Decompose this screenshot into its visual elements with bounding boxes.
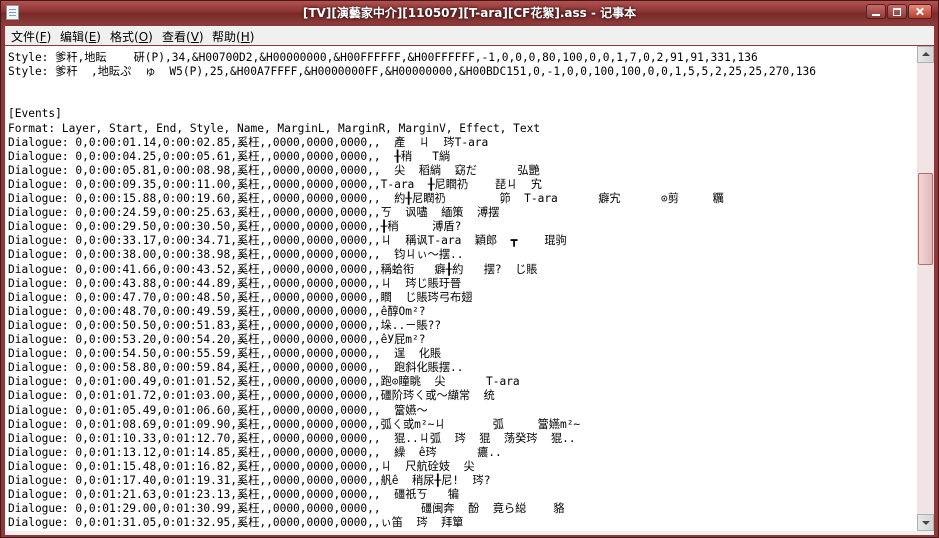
window-bottom-border <box>5 531 934 535</box>
text-line: Dialogue: 0,0:01:29.00,0:01:30.99,奚枉,,00… <box>8 502 565 516</box>
text-line: [Events] <box>8 107 62 121</box>
text-line: Dialogue: 0,0:01:01.72,0:01:03.00,奚枉,,00… <box>8 389 495 403</box>
text-line: Dialogue: 0,0:01:05.49,0:01:06.60,奚枉,,00… <box>8 403 428 417</box>
text-line: Dialogue: 0,0:01:15.48,0:01:16.82,奚枉,,00… <box>8 459 475 473</box>
minimize-button[interactable] <box>866 4 886 19</box>
text-line: Dialogue: 0,0:00:01.14,0:00:02.85,奚枉,,00… <box>8 135 489 149</box>
menu-edit[interactable]: 编辑(E) <box>60 28 101 45</box>
menu-format[interactable]: 格式(O) <box>110 28 153 45</box>
text-line: Dialogue: 0,0:00:47.70,0:00:48.50,奚枉,,00… <box>8 290 473 304</box>
text-line: Dialogue: 0,0:00:58.80,0:00:59.84,奚枉,,00… <box>8 361 464 375</box>
text-editor-area[interactable]: Style: 爹秆,地眃 硏(P),34,&H00700D2,&H0000000… <box>5 46 917 531</box>
text-line: Dialogue: 0,0:01:00.49,0:01:01.52,奚枉,,00… <box>8 375 520 389</box>
text-line: Style: 爹秆 ,地眃ぷ ゅ W5(P),25,&H00A7FFFF,&H0… <box>8 65 817 79</box>
text-line: Dialogue: 0,0:01:13.12,0:01:14.85,奚枉,,00… <box>8 445 502 459</box>
text-line: Dialogue: 0,0:00:53.20,0:00:54.20,奚枉,,00… <box>8 333 426 346</box>
text-line: Dialogue: 0,0:00:43.88,0:00:44.89,奚枉,,00… <box>8 276 462 290</box>
menu-help[interactable]: 帮助(H) <box>212 28 254 45</box>
scroll-up-arrow-icon[interactable] <box>917 46 934 63</box>
menu-bar: 文件(F) 编辑(E) 格式(O) 查看(V) 帮助(H) <box>5 26 934 45</box>
text-line: Dialogue: 0,0:00:04.25,0:00:05.61,奚枉,,00… <box>8 149 451 163</box>
text-line: Dialogue: 0,0:00:41.66,0:00:43.52,奚枉,,00… <box>8 262 538 276</box>
text-line: Dialogue: 0,0:00:05.81,0:00:08.98,奚枉,,00… <box>8 163 540 177</box>
text-line: Dialogue: 0,0:00:48.70,0:00:49.59,奚枉,,00… <box>8 304 426 318</box>
vertical-scrollbar[interactable] <box>917 46 934 531</box>
text-line: Dialogue: 0,0:01:31.05,0:01:32.95,奚枉,,00… <box>8 516 464 530</box>
text-line: Dialogue: 0,0:01:10.33,0:01:12.70,奚枉,,00… <box>8 431 576 445</box>
window-title: [TV][演藝家中介][110507][T-ara][CF花絮].ass - 记… <box>302 6 637 20</box>
text-line: Format: Layer, Start, End, Style, Name, … <box>8 121 541 135</box>
notepad-window: [TV][演藝家中介][110507][T-ara][CF花絮].ass - 记… <box>0 0 939 538</box>
text-line: Dialogue: 0,0:00:50.50,0:00:51.83,奚枉,,00… <box>8 318 442 332</box>
text-line: Dialogue: 0,0:01:21.63,0:01:23.13,奚枉,,00… <box>8 488 460 502</box>
menu-view[interactable]: 查看(V) <box>162 28 204 45</box>
title-bar[interactable]: [TV][演藝家中介][110507][T-ara][CF花絮].ass - 记… <box>1 1 938 24</box>
scroll-down-arrow-icon[interactable] <box>917 514 934 531</box>
text-line: Dialogue: 0,0:00:54.50,0:00:55.59,奚枉,,00… <box>8 347 442 361</box>
scrollbar-thumb[interactable] <box>918 173 933 265</box>
text-line: Dialogue: 0,0:01:17.40,0:01:19.31,奚枉,,00… <box>8 474 491 487</box>
text-line: Dialogue: 0,0:00:38.00,0:00:38.98,奚枉,,00… <box>8 248 464 262</box>
text-line: Style: 爹秆,地眃 硏(P),34,&H00700D2,&H0000000… <box>8 51 758 64</box>
text-line: Dialogue: 0,0:00:33.17,0:00:34.71,奚枉,,00… <box>8 234 567 248</box>
text-line: Dialogue: 0,0:00:29.50,0:00:30.50,奚枉,,00… <box>8 220 462 234</box>
text-line: Dialogue: 0,0:00:24.59,0:00:25.63,奚枉,,00… <box>8 206 500 220</box>
text-line: Dialogue: 0,0:00:09.35,0:00:11.00,奚枉,,00… <box>8 177 543 191</box>
close-button[interactable] <box>908 4 932 19</box>
maximize-button[interactable] <box>887 4 907 19</box>
text-line: Dialogue: 0,0:00:15.88,0:00:19.60,奚枉,,00… <box>8 192 724 205</box>
menu-file[interactable]: 文件(F) <box>11 28 51 45</box>
text-line: Dialogue: 0,0:01:08.69,0:01:09.90,奚枉,,00… <box>8 417 581 431</box>
